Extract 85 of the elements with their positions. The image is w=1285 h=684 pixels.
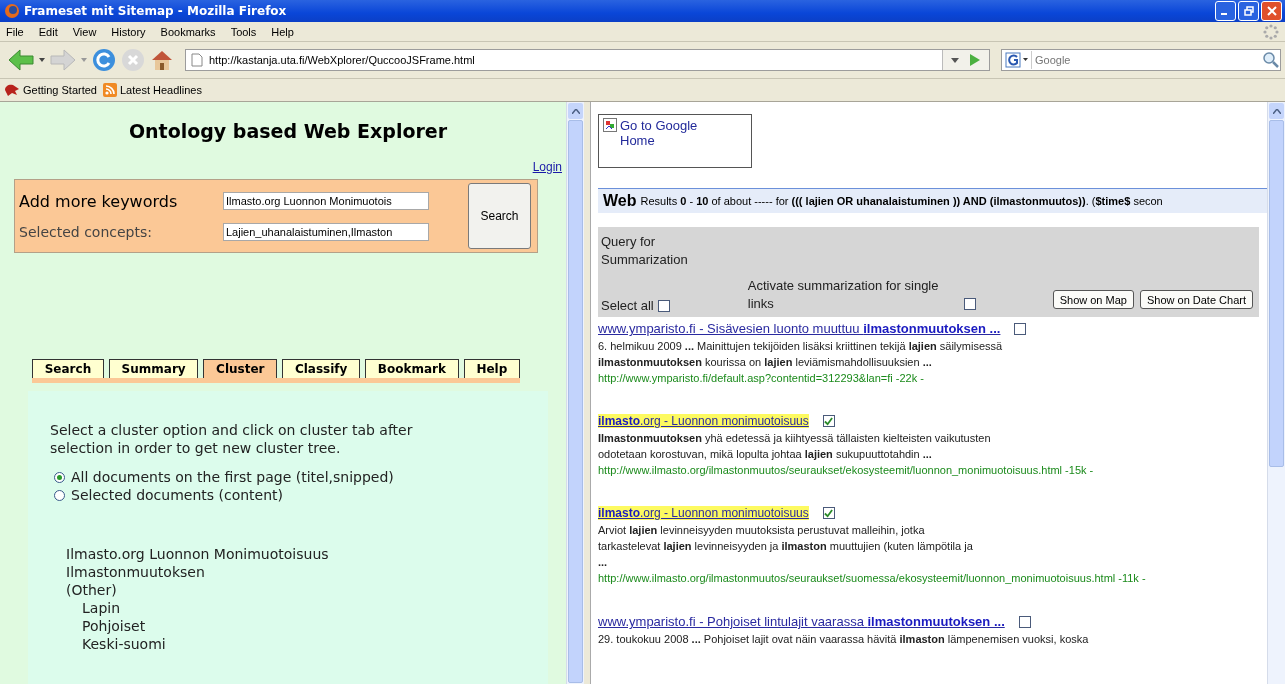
restore-icon: [1243, 6, 1254, 16]
checkbox[interactable]: [963, 298, 976, 310]
scroll-up-icon[interactable]: [571, 108, 580, 114]
tree-item[interactable]: Ilmasto.org Luonnon Monimuotoisuus: [66, 545, 538, 563]
back-arrow-icon[interactable]: [8, 49, 34, 71]
search-bar[interactable]: Google: [1001, 49, 1281, 71]
home-link-box[interactable]: Go to Google Home: [598, 114, 752, 168]
dropdown-icon[interactable]: [951, 57, 959, 63]
web-label: Web: [603, 192, 637, 210]
tree-item[interactable]: (Other): [66, 581, 538, 599]
radio-button[interactable]: [54, 471, 65, 483]
menu-item[interactable]: Bookmarks: [160, 25, 216, 38]
close-icon: [1266, 6, 1277, 16]
menu-item[interactable]: History: [111, 25, 146, 38]
scrollbar[interactable]: [1267, 102, 1285, 684]
tree-item[interactable]: Keski-suomi: [82, 635, 538, 653]
radio-button[interactable]: [54, 489, 65, 501]
checkbox[interactable]: [822, 415, 835, 427]
option-label[interactable]: All documents on the first page (titel,snipped): [71, 469, 394, 485]
home-icon[interactable]: [150, 48, 174, 72]
option-label[interactable]: Selected documents (content): [71, 487, 284, 503]
result-snippet: 6. helmikuu 2009 ... Mainittujen tekijöiden lisäksi kriittinen tekijä lajien säilymisessä ilmastonmuutoksen kourissa on lajien leviämismahdollisuuksien ...: [598, 339, 1004, 370]
reload-icon[interactable]: [92, 48, 116, 72]
tab[interactable]: Search: [32, 359, 104, 378]
search-button[interactable]: Search: [468, 183, 531, 249]
tab[interactable]: Summary: [108, 359, 199, 378]
close-button[interactable]: [1261, 1, 1282, 21]
bookmark-icon: [4, 83, 20, 97]
page-icon: [191, 53, 203, 67]
bookmark-link[interactable]: Latest Headlines: [120, 84, 202, 96]
result-url: http://www.ilmasto.org/ilmastonmuutos/seuraukset/suomessa/ekosysteemit/luonnon_monimuotoisuus.html -11k -: [598, 571, 1147, 586]
select-all-label: Select all: [601, 298, 654, 313]
checkbox[interactable]: [1018, 615, 1031, 628]
minimize-button[interactable]: [1215, 1, 1236, 21]
result-url: http://www.ilmasto.org/ilmastonmuutos/seuraukset/ekosysteemit/luonnon_monimuotoisuus.html -15k -: [598, 463, 1095, 478]
scrollbar[interactable]: [566, 102, 584, 684]
tab[interactable]: Bookmark: [365, 359, 459, 378]
instructions-text: Select a cluster option and click on cluster tab after selection in order to get new cluster tree.: [50, 421, 414, 457]
minimize-icon: [1221, 13, 1227, 15]
tab[interactable]: Classify: [282, 359, 361, 378]
result-snippet: 29. toukokuu 2008 ... Pohjoiset lajit ovat näin vaarassa hävitä ilmaston lämpenemisen vuoksi, koska: [598, 632, 1090, 647]
checkbox[interactable]: [1014, 322, 1027, 335]
tree-item[interactable]: Ilmastonmuutoksen: [66, 563, 538, 581]
scroll-up-icon[interactable]: [1272, 108, 1281, 114]
tab[interactable]: Help: [463, 359, 520, 378]
result-title-link[interactable]: ilmasto.org - Luonnon monimuotoisuus: [598, 506, 809, 520]
menu-item[interactable]: Edit: [38, 25, 58, 38]
window-title: Frameset mit Sitemap - Mozilla Firefox: [24, 4, 288, 18]
concepts-field[interactable]: Lajien_uhanalaistuminen,Ilmaston: [223, 222, 429, 241]
restore-button[interactable]: [1238, 1, 1259, 21]
address-field[interactable]: http://kastanja.uta.fi/WebXplorer/QuccooJSFrame.html: [185, 49, 990, 71]
tree-item[interactable]: Pohjoiset: [82, 617, 538, 635]
bookmark-link[interactable]: Getting Started: [23, 84, 97, 96]
result-snippet: Ilmastonmuutoksen yhä edetessä ja kiihtyessä tällaisten kielteisten vaikutusten odotetaan korostuvan, mikä lopulta johtaa lajien sukupuuttotahdin ...: [598, 431, 992, 462]
feed-icon: [103, 83, 117, 97]
keywords-label: Add more keywords: [19, 191, 179, 211]
search-engine-icon[interactable]: [1005, 52, 1029, 68]
menu-item[interactable]: Tools: [230, 25, 257, 38]
concepts-label: Selected concepts:: [19, 223, 153, 240]
result-title-link[interactable]: www.ymparisto.fi - Sisävesien luonto muuttuu ilmastonmuutoksen ...: [598, 321, 1001, 336]
result-title-link[interactable]: www.ymparisto.fi - Pohjoiset lintulajit vaarassa ilmastonmuutoksen ...: [598, 614, 1005, 629]
query-label: Query for Summarization: [601, 233, 689, 269]
login-link[interactable]: Login: [532, 160, 562, 174]
throbber-icon: [1263, 23, 1279, 40]
browser-logo-icon: [4, 3, 20, 19]
result-url: http://www.ymparisto.fi/default.asp?contentid=312293&lan=fi -22k -: [598, 371, 925, 386]
results-summary: Results 0 - 10 of about ----- for ((( lajien OR uhanalaistuminen )) AND (ilmastonmuutos)). ($time$ secon: [640, 195, 1163, 207]
result-snippet: Arviot lajien levinneisyyden muutoksista perustuvat malleihin, jotka tarkastelevat lajien levinneisyyden ja ilmaston muuttujien (kuten lämpötila ja ...: [598, 523, 974, 570]
activate-label: Activate summarization for single links: [747, 277, 940, 313]
tab[interactable]: Cluster: [203, 359, 278, 378]
show-button[interactable]: Show on Map: [1052, 290, 1134, 309]
page-heading: Ontology based Web Explorer: [127, 120, 449, 142]
checkbox[interactable]: [822, 507, 835, 519]
caret-icon[interactable]: [39, 58, 45, 62]
broken-image-icon: [603, 118, 617, 132]
show-button[interactable]: Show on Date Chart: [1139, 290, 1253, 309]
checkbox[interactable]: [657, 299, 670, 312]
keywords-field[interactable]: Ilmasto.org Luonnon Monimuotois: [223, 192, 429, 210]
result-title-link[interactable]: ilmasto.org - Luonnon monimuotoisuus: [598, 414, 809, 428]
search-icon[interactable]: [1262, 51, 1280, 69]
home-link[interactable]: Go to Google Home: [620, 118, 708, 148]
menu-item[interactable]: Help: [271, 25, 294, 38]
menu-item[interactable]: File: [6, 25, 24, 38]
tree-item[interactable]: Lapin: [82, 599, 538, 617]
menu-item[interactable]: View: [72, 25, 97, 38]
